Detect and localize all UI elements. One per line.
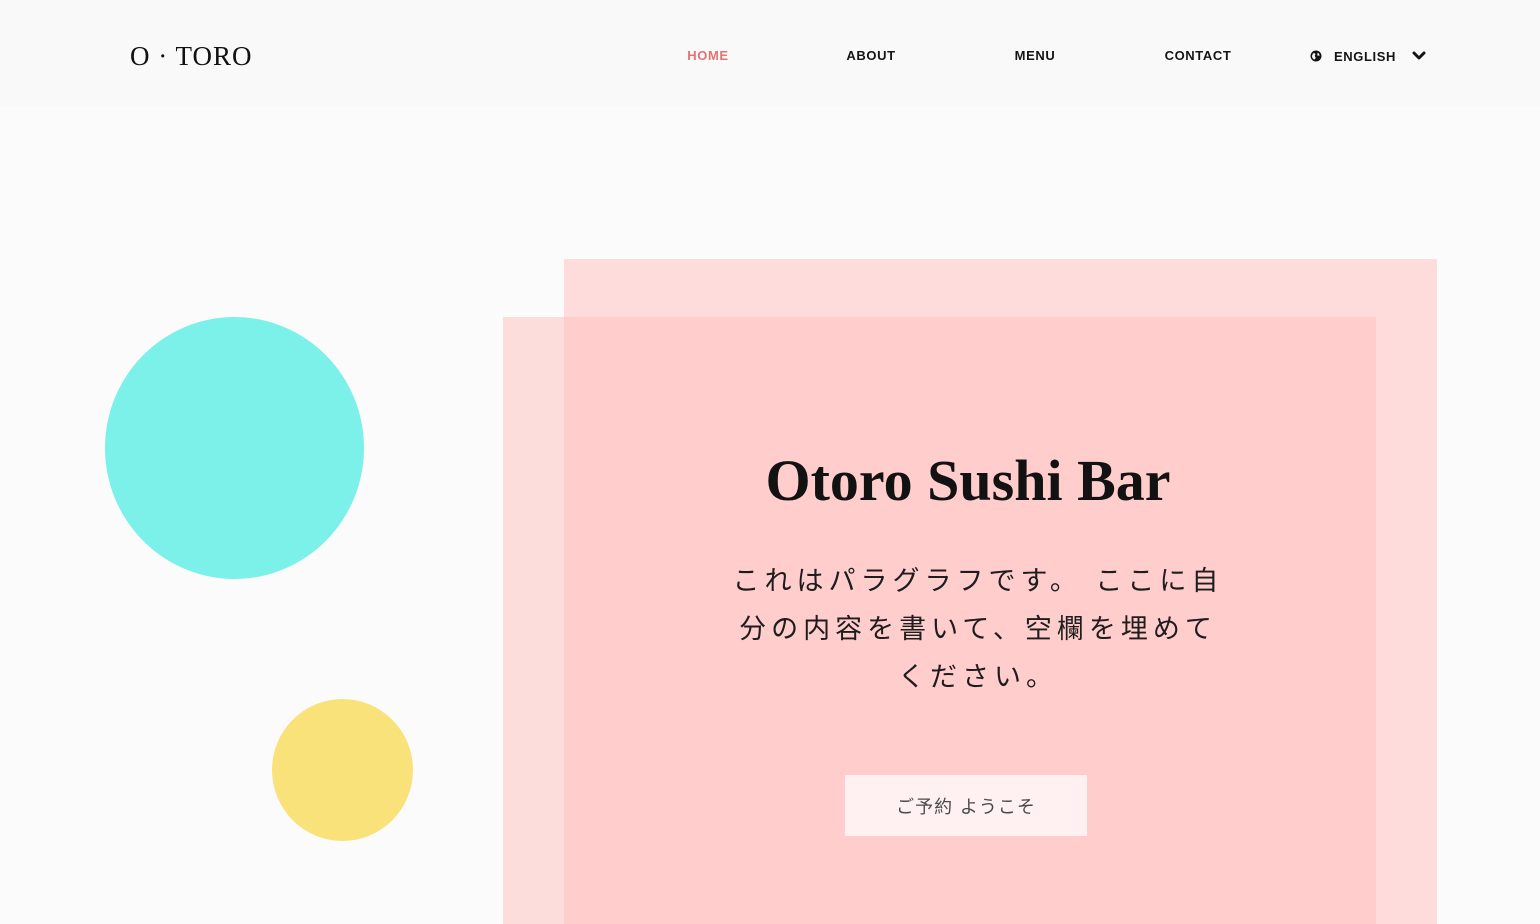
decorative-yellow-circle: [272, 699, 413, 841]
site-header: O · TORO HOME ABOUT MENU CONTACT ENGLISH: [0, 0, 1540, 106]
nav-menu[interactable]: MENU: [1015, 48, 1056, 64]
reservation-button[interactable]: ご予約 ようこそ: [845, 775, 1087, 836]
nav-about[interactable]: ABOUT: [846, 48, 895, 64]
nav-home[interactable]: HOME: [687, 48, 728, 64]
globe-icon: [1310, 50, 1322, 62]
language-label: ENGLISH: [1334, 48, 1396, 64]
hero-title: Otoro Sushi Bar: [765, 448, 1171, 513]
hero-paragraph: これはパラグラフです。 ここに自分の内容を書いて、空欄を埋めてください。: [732, 566, 1224, 693]
decorative-cyan-circle: [105, 317, 364, 579]
chevron-down-icon[interactable]: [1412, 51, 1426, 61]
language-selector[interactable]: ENGLISH: [1310, 46, 1426, 66]
site-logo[interactable]: O · TORO: [130, 38, 253, 74]
nav-contact[interactable]: CONTACT: [1165, 48, 1232, 64]
